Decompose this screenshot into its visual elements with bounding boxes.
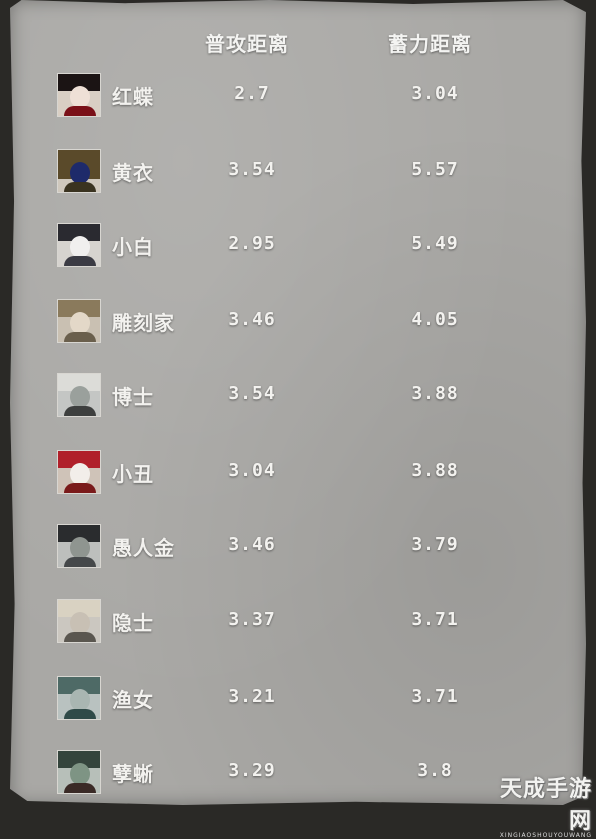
character-name: 红蝶	[112, 85, 154, 109]
character-name: 小丑	[112, 462, 154, 486]
charge-distance-value: 3.04	[411, 83, 459, 104]
table-row: 博士 3.54 3.88	[0, 373, 596, 425]
table-row: 雕刻家 3.46 4.05	[0, 299, 596, 351]
charge-distance-value: 5.49	[411, 233, 459, 254]
character-name: 愚人金	[112, 536, 175, 560]
header-attack-distance: 普攻距离	[205, 32, 289, 56]
lizard-portrait-icon	[57, 750, 101, 794]
table-row: 渔女 3.21 3.71	[0, 676, 596, 728]
yellow-robe-portrait-icon	[57, 149, 101, 193]
character-name: 雕刻家	[112, 311, 175, 335]
fools-gold-portrait-icon	[57, 524, 101, 568]
attack-distance-value: 3.29	[228, 760, 276, 781]
attack-distance-value: 2.95	[228, 233, 276, 254]
sculptor-portrait-icon	[57, 299, 101, 343]
little-white-portrait-icon	[57, 223, 101, 267]
charge-distance-value: 3.8	[417, 760, 453, 781]
character-name: 小白	[112, 235, 154, 259]
character-name: 孽蜥	[112, 762, 154, 786]
clown-portrait-icon	[57, 450, 101, 494]
doctor-portrait-icon	[57, 373, 101, 417]
header-charge-distance: 蓄力距离	[388, 32, 472, 56]
fisher-girl-portrait-icon	[57, 676, 101, 720]
charge-distance-value: 3.71	[411, 686, 459, 707]
charge-distance-value: 3.88	[411, 460, 459, 481]
attack-distance-value: 3.21	[228, 686, 276, 707]
watermark-title: 天成手游网	[499, 777, 592, 834]
watermark-subtitle: XINGIAOSHOUYOUWANG	[499, 832, 592, 839]
attack-distance-value: 3.46	[228, 309, 276, 330]
attack-distance-value: 3.37	[228, 609, 276, 630]
site-watermark: 天成手游网 XINGIAOSHOUYOUWANG	[482, 771, 592, 839]
character-name: 渔女	[112, 688, 154, 712]
character-name: 黄衣	[112, 161, 154, 185]
charge-distance-value: 3.71	[411, 609, 459, 630]
attack-distance-value: 2.7	[234, 83, 270, 104]
attack-distance-value: 3.46	[228, 534, 276, 555]
table-row: 红蝶 2.7 3.04	[0, 73, 596, 125]
hermit-portrait-icon	[57, 599, 101, 643]
charge-distance-value: 3.79	[411, 534, 459, 555]
charge-distance-value: 4.05	[411, 309, 459, 330]
table-row: 小丑 3.04 3.88	[0, 450, 596, 502]
red-butterfly-portrait-icon	[57, 73, 101, 117]
charge-distance-value: 3.88	[411, 383, 459, 404]
table-row: 愚人金 3.46 3.79	[0, 524, 596, 576]
character-name: 博士	[112, 385, 154, 409]
character-name: 隐士	[112, 611, 154, 635]
charge-distance-value: 5.57	[411, 159, 459, 180]
table-row: 隐士 3.37 3.71	[0, 599, 596, 651]
table-row: 黄衣 3.54 5.57	[0, 149, 596, 201]
attack-distance-value: 3.54	[228, 383, 276, 404]
attack-distance-value: 3.04	[228, 460, 276, 481]
attack-distance-value: 3.54	[228, 159, 276, 180]
table-row: 小白 2.95 5.49	[0, 223, 596, 275]
